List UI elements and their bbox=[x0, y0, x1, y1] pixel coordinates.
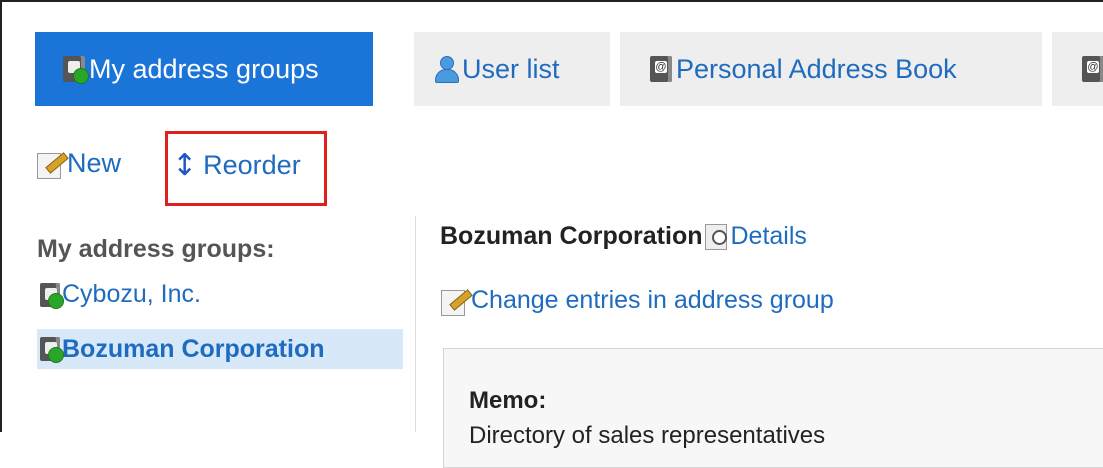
pencil-icon bbox=[37, 151, 69, 179]
sidebar-item-label: Cybozu, Inc. bbox=[62, 280, 201, 308]
sidebar-divider bbox=[415, 216, 416, 432]
memo-label: Memo: bbox=[469, 387, 547, 414]
user-icon bbox=[434, 56, 459, 83]
tab-label: My address groups bbox=[89, 53, 319, 84]
pencil-icon bbox=[441, 288, 473, 316]
change-entries-label: Change entries in address group bbox=[471, 286, 834, 314]
details-icon bbox=[704, 223, 729, 250]
memo-box: Memo: Directory of sales representatives bbox=[443, 348, 1103, 468]
sidebar-heading: My address groups: bbox=[37, 235, 275, 263]
new-label: New bbox=[67, 148, 122, 178]
tab-my-address-groups[interactable]: My address groups bbox=[35, 32, 373, 106]
sidebar-item-bozuman[interactable]: Bozuman Corporation bbox=[37, 329, 403, 369]
tab-personal-address-book[interactable]: @ Personal Address Book bbox=[620, 32, 1042, 106]
address-book-icon: @ bbox=[650, 56, 672, 82]
group-name: Bozuman Corporation bbox=[440, 222, 703, 250]
address-book-icon: @ bbox=[1082, 56, 1103, 82]
tab-more[interactable]: @ bbox=[1052, 32, 1103, 106]
details-link[interactable]: Details bbox=[731, 222, 807, 251]
address-group-icon bbox=[63, 56, 89, 84]
highlight-box bbox=[165, 131, 327, 206]
new-button[interactable]: New bbox=[37, 148, 121, 179]
memo-text: Directory of sales representatives bbox=[469, 422, 826, 449]
change-entries-link[interactable]: Change entries in address group bbox=[441, 286, 834, 316]
address-group-icon bbox=[40, 282, 64, 309]
tab-label: Personal Address Book bbox=[676, 53, 957, 84]
sidebar-item-label: Bozuman Corporation bbox=[62, 334, 325, 363]
sidebar-item-cybozu[interactable]: Cybozu, Inc. bbox=[40, 280, 201, 309]
tab-user-list[interactable]: User list bbox=[414, 32, 610, 106]
tab-label: User list bbox=[462, 53, 560, 84]
group-header: Bozuman Corporation Details bbox=[440, 222, 807, 251]
address-group-icon bbox=[40, 337, 64, 363]
